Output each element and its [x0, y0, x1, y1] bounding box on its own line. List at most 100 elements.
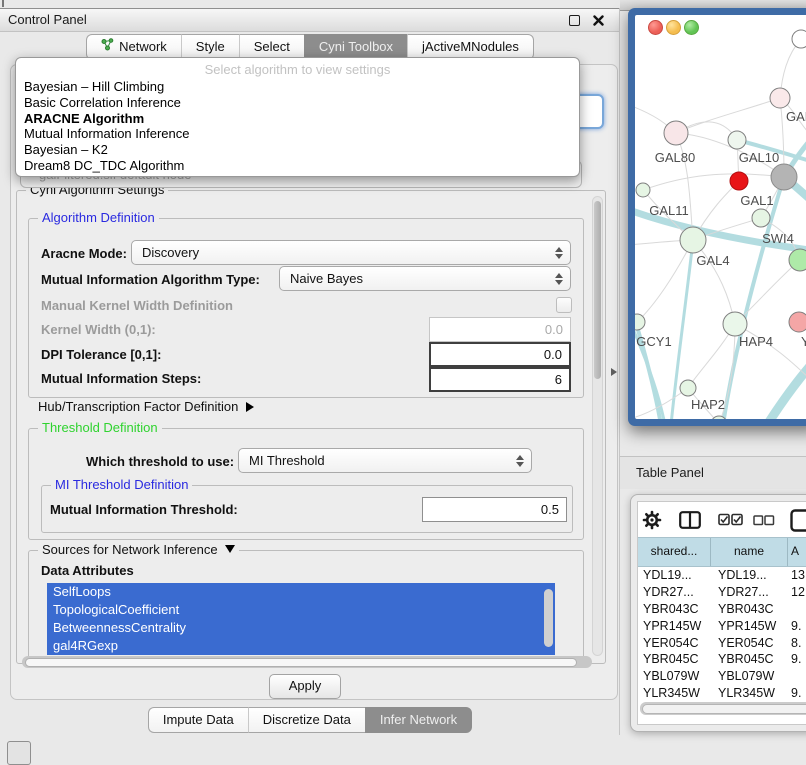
cell-name: YDL19...: [711, 567, 788, 584]
apply-button[interactable]: Apply: [269, 674, 341, 699]
manual-kernel-width-checkbox[interactable]: [556, 297, 572, 313]
tab-infer-network[interactable]: Infer Network: [365, 707, 472, 733]
network-node[interactable]: [728, 131, 746, 149]
threshold-definition-group: Threshold Definition Which threshold to …: [28, 428, 584, 540]
tab-label: Impute Data: [163, 708, 234, 732]
scrollbar-thumb[interactable]: [25, 658, 577, 667]
panel-divider[interactable]: [619, 8, 620, 735]
table-row[interactable]: YER054CYER054C8.: [638, 635, 806, 652]
cell-name: YBL079W: [711, 668, 788, 685]
table-row[interactable]: YLR345WYLR345W9.: [638, 685, 806, 702]
stepper-icon: [555, 247, 563, 259]
data-attributes-label: Data Attributes: [41, 563, 134, 578]
mi-threshold-field[interactable]: 0.5: [422, 497, 567, 522]
table-row[interactable]: YPR145WYPR145W9.: [638, 618, 806, 635]
tab-label: Network: [119, 35, 167, 59]
attribute-item[interactable]: gal4RGexp: [47, 637, 555, 655]
dpi-tolerance-field[interactable]: 0.0: [429, 342, 571, 367]
algorithm-option[interactable]: Bayesian – Hill Climbing: [16, 79, 579, 95]
cell-shared-name: YER054C: [638, 635, 711, 652]
settings-vertical-scrollbar[interactable]: [592, 196, 603, 656]
network-node[interactable]: [770, 88, 790, 108]
kernel-width-field[interactable]: 0.0: [429, 317, 571, 342]
close-panel-icon[interactable]: [593, 14, 604, 29]
aracne-mode-label: Aracne Mode:: [41, 246, 127, 261]
algorithm-dropdown: Select algorithm to view settings Bayesi…: [15, 57, 580, 177]
node-label: GAL4: [696, 253, 729, 268]
network-graph: GALGAL80GAL10GAL1GAL11GAL4SWI4GCY1HAP4YH…: [635, 15, 806, 419]
network-canvas[interactable]: GALGAL80GAL10GAL1GAL11GAL4SWI4GCY1HAP4YH…: [635, 15, 806, 419]
hub-factor-section-toggle[interactable]: Hub/Transcription Factor Definition: [38, 399, 254, 414]
tab-label: Infer Network: [380, 708, 457, 732]
scrollbar-thumb[interactable]: [642, 704, 806, 714]
combobox-value: Discovery: [142, 245, 199, 260]
network-node[interactable]: [789, 249, 806, 271]
deselect-checkboxes-icon[interactable]: [753, 514, 775, 529]
table-row[interactable]: YBL079WYBL079W: [638, 668, 806, 685]
network-node[interactable]: [723, 312, 747, 336]
network-node[interactable]: [680, 380, 696, 396]
attribute-item[interactable]: SelfLoops: [47, 583, 555, 601]
list-scrollbar-thumb[interactable]: [544, 589, 553, 647]
attribute-item[interactable]: BetweennessCentrality: [47, 619, 555, 637]
table-function-icon[interactable]: [790, 509, 806, 536]
network-node[interactable]: [636, 183, 650, 197]
mi-steps-label: Mutual Information Steps:: [41, 371, 201, 386]
algorithm-option[interactable]: Bayesian – K2: [16, 142, 579, 158]
which-threshold-combobox[interactable]: MI Threshold: [238, 448, 532, 473]
table-row[interactable]: YBR045CYBR045C9.: [638, 651, 806, 668]
network-node[interactable]: [635, 314, 645, 330]
cell-shared-name: YBL079W: [638, 668, 711, 685]
zoom-window-button[interactable]: [684, 20, 699, 35]
cell-value: 9.: [788, 651, 806, 668]
tab-discretize-data[interactable]: Discretize Data: [248, 707, 365, 733]
algorithm-placeholder: Select algorithm to view settings: [16, 58, 579, 79]
cell-name: YBR043C: [711, 601, 788, 618]
float-panel-icon[interactable]: [569, 15, 580, 26]
network-node[interactable]: [680, 227, 706, 253]
settings-horizontal-scrollbar[interactable]: [22, 656, 592, 668]
network-view-window[interactable]: GALGAL80GAL10GAL1GAL11GAL4SWI4GCY1HAP4YH…: [628, 8, 806, 426]
algorithm-option[interactable]: Mutual Information Inference: [16, 126, 579, 142]
sources-group-title[interactable]: Sources for Network Inference: [38, 542, 239, 557]
algorithm-option[interactable]: Basic Correlation Inference: [16, 95, 579, 111]
mi-algorithm-type-combobox[interactable]: Naive Bayes: [279, 266, 571, 291]
table-horizontal-scrollbar[interactable]: [640, 702, 806, 715]
panel-expand-arrow-icon[interactable]: [611, 368, 617, 376]
control-panel-titlebar: Control Panel: [0, 8, 620, 32]
column-header-shared-name[interactable]: shared...: [638, 538, 711, 566]
table-row[interactable]: YDL19...YDL19...13: [638, 567, 806, 584]
cell-name: YER054C: [711, 635, 788, 652]
table-row[interactable]: YBR043CYBR043C: [638, 601, 806, 618]
mi-steps-field[interactable]: 6: [429, 367, 571, 392]
mi-algorithm-type-label: Mutual Information Algorithm Type:: [41, 272, 260, 287]
split-columns-icon[interactable]: [679, 511, 701, 532]
scrollbar-thumb[interactable]: [594, 201, 601, 379]
cell-value: 8.: [788, 635, 806, 652]
select-checkboxes-icon[interactable]: [718, 513, 744, 529]
attribute-item[interactable]: TopologicalCoefficient: [47, 601, 555, 619]
gear-icon[interactable]: [642, 510, 662, 533]
network-node[interactable]: [771, 164, 797, 190]
algorithm-option[interactable]: Dream8 DC_TDC Algorithm: [16, 158, 579, 174]
manual-kernel-width-label: Manual Kernel Width Definition: [41, 298, 233, 313]
table-panel-title: Table Panel: [636, 457, 704, 489]
column-header-partial[interactable]: A: [788, 538, 806, 566]
network-node[interactable]: [792, 30, 806, 48]
column-header-name[interactable]: name: [711, 538, 788, 566]
minimized-panel-icon[interactable]: [7, 741, 31, 765]
algorithm-option[interactable]: ARACNE Algorithm: [16, 111, 579, 127]
mi-threshold-group-title: MI Threshold Definition: [51, 477, 192, 492]
minimize-window-button[interactable]: [666, 20, 681, 35]
close-window-button[interactable]: [648, 20, 663, 35]
table-body: YDL19...YDL19...13YDR27...YDR27...12YBR0…: [638, 567, 806, 719]
table-row[interactable]: YDR27...YDR27...12: [638, 584, 806, 601]
tab-impute-data[interactable]: Impute Data: [148, 707, 248, 733]
network-node[interactable]: [730, 172, 748, 190]
aracne-mode-combobox[interactable]: Discovery: [131, 240, 571, 265]
data-attributes-list[interactable]: SelfLoopsTopologicalCoefficientBetweenne…: [47, 583, 555, 655]
network-node[interactable]: [664, 121, 688, 145]
network-node[interactable]: [752, 209, 770, 227]
network-node[interactable]: [789, 312, 806, 332]
table-toolbar: [638, 502, 806, 537]
